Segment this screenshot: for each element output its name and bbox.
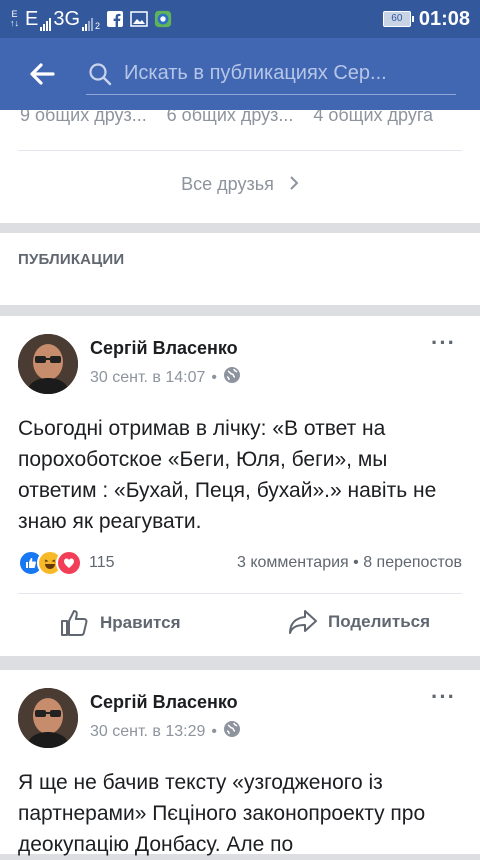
share-label: Поделиться [328,612,431,631]
globe-icon [223,366,241,389]
post-meta: 30 сент. в 13:29 • [90,720,241,743]
reactions-row: 115 3 комментария • 8 перепостов [18,550,462,576]
network-type-3g: 3G [53,7,81,30]
like-label: Нравится [100,613,181,632]
more-options-button[interactable]: ··· [431,684,456,710]
facebook-notification-icon [106,10,124,28]
more-options-button[interactable]: ··· [431,330,456,356]
separator-dot: • [353,554,364,571]
reactions-count[interactable]: 115 [89,554,115,572]
signal-bars-icon [40,17,52,31]
sim2-label: 2 [95,20,101,31]
separator-dot: • [211,368,218,386]
mutual-friends-count: 9 общих друз... [20,110,147,125]
status-bar: E ↑↓ E 3G 2 60 01:08 [0,0,480,38]
post-author[interactable]: Сергій Власенко [90,692,238,713]
search-icon [86,60,114,88]
back-button[interactable] [22,54,62,94]
all-friends-link[interactable]: Все друзья [0,174,480,195]
comments-count[interactable]: 3 комментария [237,554,349,571]
app-notification-icon [154,10,172,28]
publications-header: ПУБЛИКАЦИИ [0,233,480,305]
gallery-notification-icon [130,10,148,28]
data-activity-indicator: E ↑↓ [10,10,19,28]
share-button[interactable]: Поделиться [288,609,430,635]
globe-icon [223,720,241,743]
all-friends-label: Все друзья [181,174,274,194]
network-type-e: E [25,7,39,30]
data-arrows: ↑↓ [10,18,19,28]
signal-bars-icon [82,17,94,31]
post-date[interactable]: 30 сент. в 14:07 [90,369,205,387]
signal-sim1: E 3G 2 [25,8,100,31]
share-arrow-icon [289,610,317,634]
friends-section: 9 общих друз... 6 общих друз... 4 общих … [0,110,480,223]
shares-count[interactable]: 8 перепостов [363,554,462,571]
post-author[interactable]: Сергій Власенко [90,338,238,359]
search-input[interactable] [122,61,446,86]
love-reaction-icon [56,550,82,576]
battery-icon: 60 [382,11,414,27]
avatar[interactable] [18,688,78,748]
chevron-right-icon [289,174,299,195]
post-text: Я ще не бачив тексту «узгодженого із пар… [18,771,426,856]
divider [18,593,462,594]
like-button[interactable]: Нравится [60,609,181,637]
mutual-friends-count: 4 общих друга [313,110,434,125]
post-text: Сьогодні отримав в лічку: «В ответ на по… [18,417,437,533]
separator-dot: • [211,722,218,740]
post-date[interactable]: 30 сент. в 13:29 [90,723,205,741]
post-stats[interactable]: 3 комментария • 8 перепостов [237,554,462,572]
search-box[interactable] [86,54,456,95]
clock: 01:08 [418,7,470,30]
post-card: Сергій Власенко 30 сент. в 14:07 • ··· С… [0,316,480,656]
mutual-friends-row: 9 общих друз... 6 общих друз... 4 общих … [20,110,460,130]
app-bar [0,38,480,110]
arrow-left-icon [30,63,55,85]
post-meta: 30 сент. в 14:07 • [90,366,241,389]
mutual-friends-count: 6 общих друз... [166,110,294,125]
divider [18,150,462,151]
post-card: Сергій Власенко 30 сент. в 13:29 • ··· Я… [0,670,480,856]
section-title: ПУБЛИКАЦИИ [18,251,125,268]
thumbs-up-icon [61,610,88,636]
avatar[interactable] [18,334,78,394]
